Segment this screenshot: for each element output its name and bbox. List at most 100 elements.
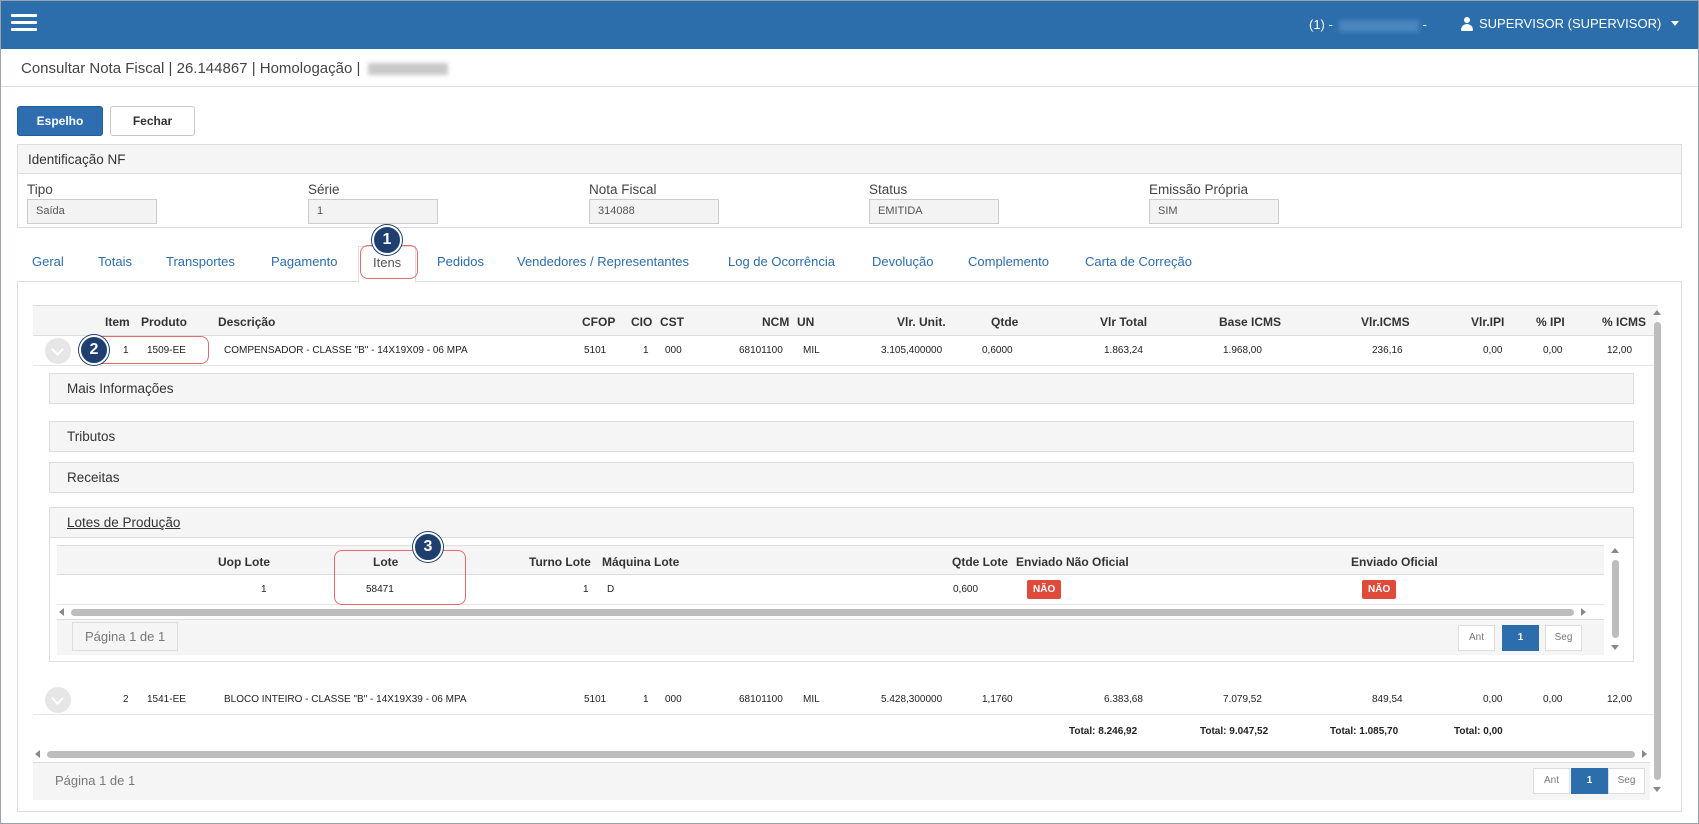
scroll-down-icon[interactable]	[1653, 787, 1661, 792]
cell-base-icms: 7.079,52	[1223, 694, 1262, 705]
tab-geral[interactable]: Geral	[32, 254, 64, 269]
field-nota-fiscal: Nota Fiscal 314088	[589, 182, 719, 224]
col-turno-lote: Turno Lote	[529, 555, 591, 569]
scroll-left-icon[interactable]	[35, 750, 40, 758]
col-pct-ipi: % IPI	[1536, 315, 1565, 329]
scroll-thumb[interactable]	[1612, 560, 1619, 638]
cell-pct-ipi: 0,00	[1543, 694, 1563, 705]
items-page-1-button[interactable]: 1	[1571, 768, 1608, 794]
status-input[interactable]: EMITIDA	[869, 199, 999, 224]
lotes-page-info: Página 1 de 1	[72, 622, 179, 651]
cell-vlr-unit: 5.428,300000	[881, 694, 943, 705]
field-label: Status	[869, 182, 908, 197]
scroll-right-icon[interactable]	[1642, 750, 1647, 758]
scroll-down-icon[interactable]	[1611, 645, 1619, 650]
identificacao-heading: Identificação NF	[18, 145, 1681, 174]
identificacao-panel: Identificação NF Tipo Saída Série 1 Nota…	[17, 144, 1682, 228]
cell-vlr-unit: 3.105,400000	[881, 345, 943, 356]
items-prev-page-button[interactable]: Ant	[1533, 768, 1570, 794]
total-vlr-icms: Total: 1.085,70	[1330, 726, 1399, 737]
items-page-info: Página 1 de 1	[55, 773, 136, 788]
menu-icon[interactable]	[11, 14, 37, 34]
col-cfop: CFOP	[582, 315, 616, 329]
field-serie: Série 1	[308, 182, 438, 224]
items-next-page-button[interactable]: Seg	[1608, 768, 1645, 794]
scroll-up-icon[interactable]	[1653, 310, 1661, 315]
tab-devolucao[interactable]: Devolução	[872, 254, 933, 269]
scroll-thumb[interactable]	[1654, 322, 1661, 780]
col-base-icms: Base ICMS	[1219, 315, 1282, 329]
scroll-thumb[interactable]	[71, 609, 1574, 616]
cell-un: MIL	[803, 345, 820, 356]
scroll-right-icon[interactable]	[1581, 608, 1586, 616]
col-maquina-lote: Máquina Lote	[602, 555, 680, 569]
cell-ncm: 68101100	[739, 345, 783, 356]
lotes-next-page-button[interactable]: Seg	[1545, 625, 1582, 651]
field-label: Nota Fiscal	[589, 182, 657, 197]
fechar-button[interactable]: Fechar	[110, 106, 195, 136]
col-vlr-total: Vlr Total	[1100, 315, 1148, 329]
col-vlr-ipi: Vlr.IPI	[1471, 315, 1505, 329]
nota-fiscal-input[interactable]: 314088	[589, 199, 719, 224]
cell-produto: 1541-EE	[147, 694, 186, 705]
cell-vlr-total: 6.383,68	[1104, 694, 1143, 705]
lotes-page-1-button[interactable]: 1	[1502, 625, 1539, 651]
espelho-button[interactable]: Espelho	[17, 106, 103, 136]
cell-vlr-icms: 236,16	[1372, 345, 1403, 356]
total-vlr-ipi: Total: 0,00	[1454, 726, 1503, 737]
cell-turno-lote: 1	[583, 584, 589, 595]
lotes-pager-bar	[57, 619, 1604, 655]
items-horizontal-scrollbar[interactable]	[35, 748, 1647, 759]
tab-carta-correcao[interactable]: Carta de Correção	[1085, 254, 1192, 269]
marker-1-badge: 1	[372, 225, 402, 255]
cell-pct-ipi: 0,00	[1543, 345, 1563, 356]
items-vertical-scrollbar[interactable]	[1652, 310, 1663, 792]
row-collapse-icon[interactable]	[45, 338, 71, 364]
lotes-grid-header: Uop Lote Lote Turno Lote Máquina Lote Qt…	[57, 545, 1604, 575]
mais-informacoes-panel[interactable]: Mais Informações	[49, 373, 1634, 404]
company-selector[interactable]: (1) - -	[1309, 17, 1427, 32]
lotes-horizontal-scrollbar[interactable]	[59, 606, 1586, 617]
serie-input[interactable]: 1	[308, 199, 438, 224]
tab-pedidos[interactable]: Pedidos	[437, 254, 484, 269]
col-pct-icms: % ICMS	[1602, 315, 1647, 329]
scroll-left-icon[interactable]	[59, 608, 64, 616]
cell-pct-icms: 12,00	[1607, 345, 1633, 356]
lotes-vertical-scrollbar[interactable]	[1610, 548, 1621, 650]
items-grid-header: Item Produto Descrição CFOP CIO CST NCM …	[33, 305, 1658, 336]
lote-highlight	[334, 550, 466, 605]
tab-bar: Geral Totais Transportes Pagamento Itens…	[17, 246, 1682, 283]
user-name: SUPERVISOR (SUPERVISOR)	[1479, 16, 1662, 31]
scroll-thumb[interactable]	[47, 751, 1635, 758]
cell-vlr-total: 1.863,24	[1104, 345, 1143, 356]
row-expand-icon[interactable]	[45, 687, 71, 713]
user-menu[interactable]: SUPERVISOR (SUPERVISOR)	[1461, 16, 1680, 31]
scroll-up-icon[interactable]	[1611, 548, 1619, 553]
tab-transportes[interactable]: Transportes	[166, 254, 235, 269]
field-tipo: Tipo Saída	[27, 182, 157, 224]
lotes-heading[interactable]: Lotes de Produção	[50, 508, 1633, 538]
caret-down-icon	[1671, 21, 1680, 26]
cell-vlr-ipi: 0,00	[1483, 694, 1503, 705]
tab-complemento[interactable]: Complemento	[968, 254, 1049, 269]
table-row[interactable]: 2 1541-EE BLOCO INTEIRO - CLASSE "B" - 1…	[33, 685, 1658, 715]
tab-pagamento[interactable]: Pagamento	[271, 254, 338, 269]
field-status: Status EMITIDA	[869, 182, 999, 224]
tab-vendedores[interactable]: Vendedores / Representantes	[517, 254, 689, 269]
lote-row[interactable]: 1 58471 1 D 0,600 NÃO NÃO	[57, 575, 1604, 605]
tab-log-ocorrencia[interactable]: Log de Ocorrência	[728, 254, 835, 269]
tributos-panel[interactable]: Tributos	[49, 421, 1634, 452]
page-title-bar: Consultar Nota Fiscal | 26.144867 | Homo…	[1, 49, 1698, 87]
cell-qtde: 1,1760	[982, 694, 1013, 705]
emissao-propria-input[interactable]: SIM	[1149, 199, 1279, 224]
tab-totais[interactable]: Totais	[98, 254, 132, 269]
tipo-input[interactable]: Saída	[27, 199, 157, 224]
lotes-prev-page-button[interactable]: Ant	[1458, 625, 1495, 651]
cell-base-icms: 1.968,00	[1223, 345, 1262, 356]
table-row[interactable]: 1 1509-EE COMPENSADOR - CLASSE "B" - 14X…	[33, 336, 1658, 366]
cell-cst: 000	[665, 694, 682, 705]
page-title: Consultar Nota Fiscal | 26.144867 | Homo…	[21, 60, 449, 77]
receitas-panel[interactable]: Receitas	[49, 462, 1634, 493]
user-icon	[1461, 16, 1473, 31]
col-descricao: Descrição	[218, 315, 276, 329]
